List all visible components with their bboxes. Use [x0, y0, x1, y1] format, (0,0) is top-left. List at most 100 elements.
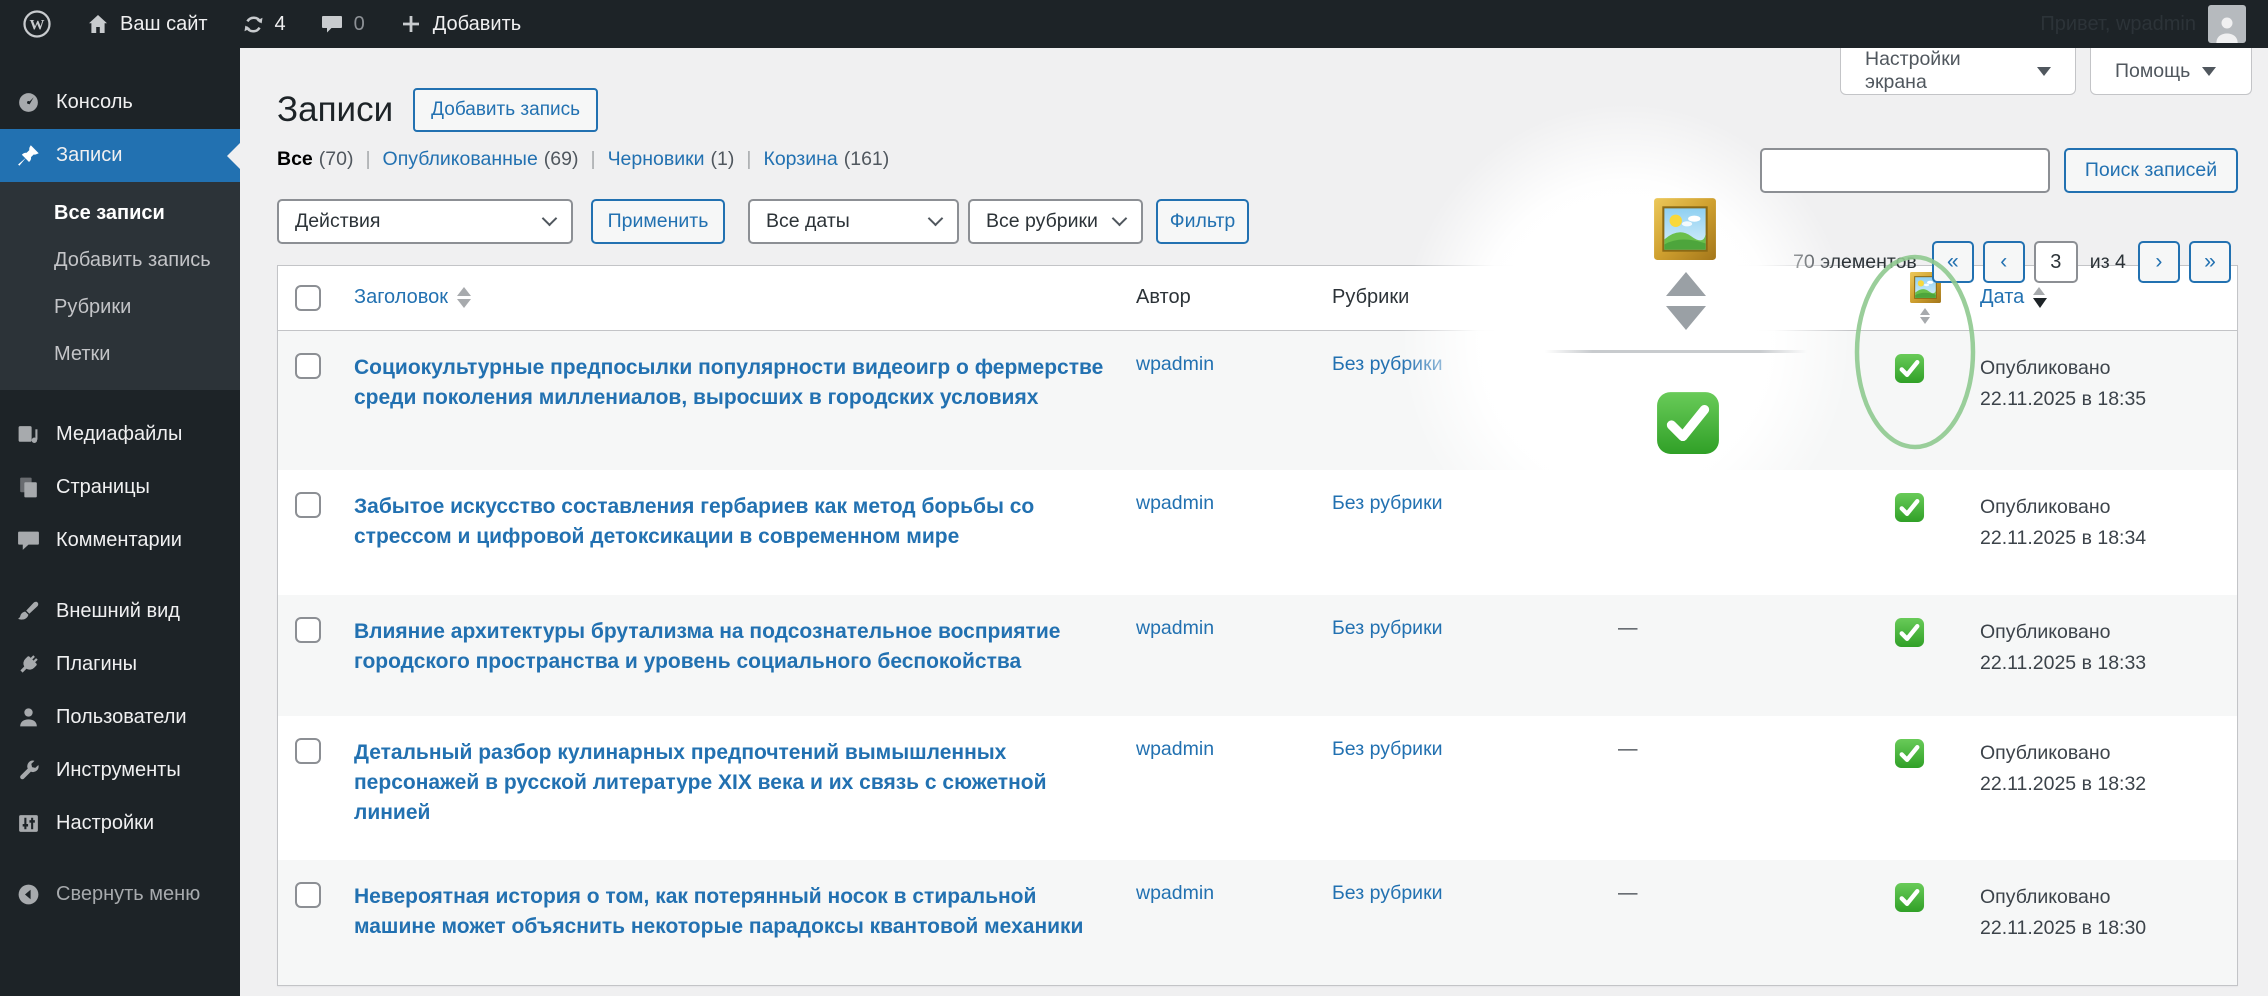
- admin-bar-comments[interactable]: 0: [320, 12, 365, 36]
- chevron-down-icon: [1111, 210, 1128, 227]
- avatar[interactable]: [2208, 5, 2246, 43]
- row-checkbox[interactable]: [295, 882, 321, 908]
- sidebar-item-label: Пользователи: [56, 706, 187, 728]
- sidebar-item-posts[interactable]: Записи: [0, 129, 240, 182]
- bulk-actions-select[interactable]: Действия: [277, 199, 573, 244]
- submenu-categories[interactable]: Рубрики: [0, 284, 240, 331]
- category-link[interactable]: Без рубрики: [1332, 617, 1443, 639]
- sidebar-item-comments[interactable]: Комментарии: [0, 514, 240, 567]
- submenu-add-post[interactable]: Добавить запись: [0, 237, 240, 284]
- post-row: Влияние архитектуры брутализма на подсоз…: [278, 595, 2237, 716]
- row-checkbox[interactable]: [295, 492, 321, 518]
- author-link[interactable]: wpadmin: [1136, 492, 1214, 514]
- admin-bar-new[interactable]: Добавить: [399, 12, 521, 36]
- posts-submenu: Все записи Добавить запись Рубрики Метки: [0, 182, 240, 390]
- category-filter-select[interactable]: Все рубрики: [968, 199, 1143, 244]
- settings-icon: [14, 811, 42, 836]
- prev-page-button[interactable]: ‹: [1982, 241, 2025, 283]
- post-status: Опубликовано: [1980, 356, 2111, 379]
- sidebar-item-settings[interactable]: Настройки: [0, 797, 240, 850]
- submenu-all-posts[interactable]: Все записи: [0, 190, 240, 237]
- author-link[interactable]: wpadmin: [1136, 353, 1214, 375]
- help-tab[interactable]: Помощь: [2090, 48, 2252, 95]
- post-row: Невероятная история о том, как потерянны…: [278, 860, 2237, 985]
- post-title-link[interactable]: Невероятная история о том, как потерянны…: [354, 882, 1112, 942]
- row-checkbox[interactable]: [295, 352, 321, 379]
- admin-bar-updates[interactable]: 4: [242, 13, 286, 36]
- search-input[interactable]: [1760, 148, 2050, 193]
- view-published[interactable]: Опубликованные: [383, 148, 538, 171]
- separator: |: [590, 148, 596, 170]
- comments-icon: [14, 528, 42, 553]
- sort-date-header[interactable]: Дата: [1980, 286, 2048, 309]
- post-row: Детальный разбор кулинарных предпочтений…: [278, 716, 2237, 860]
- select-all-checkbox[interactable]: [295, 284, 321, 311]
- sidebar-item-media[interactable]: Медиафайлы: [0, 408, 240, 461]
- row-checkbox[interactable]: [295, 738, 321, 764]
- author-link[interactable]: wpadmin: [1136, 738, 1214, 760]
- screen-options-tab[interactable]: Настройки экрана: [1840, 48, 2076, 95]
- appearance-icon: [14, 599, 42, 624]
- current-page-input[interactable]: [2033, 241, 2078, 283]
- greeting-label[interactable]: Привет, wpadmin: [2040, 13, 2196, 36]
- page-title: Записи: [277, 90, 394, 129]
- date-filter-value: Все даты: [766, 210, 850, 232]
- sort-title-header[interactable]: Заголовок: [354, 286, 472, 309]
- search-posts-button[interactable]: Поиск записей: [2064, 148, 2238, 193]
- pages-icon: [14, 475, 42, 500]
- first-page-button[interactable]: «: [1931, 241, 1974, 283]
- sidebar-item-label: Плагины: [56, 653, 138, 675]
- post-status: Опубликовано: [1980, 742, 2111, 764]
- sidebar-item-dashboard[interactable]: Консоль: [0, 76, 240, 129]
- view-all[interactable]: Все: [277, 148, 313, 171]
- separator: |: [746, 148, 752, 170]
- view-drafts[interactable]: Черновики: [608, 148, 705, 171]
- admin-bar-site-menu[interactable]: Ваш сайт: [86, 12, 208, 36]
- media-icon: [14, 422, 42, 447]
- post-title-link[interactable]: Социокультурные предпосылки популярности…: [354, 353, 1112, 413]
- sidebar-item-plugins[interactable]: Плагины: [0, 638, 240, 691]
- comment-bubble-icon: [320, 12, 344, 36]
- updates-icon: [242, 13, 265, 36]
- post-date: 22.11.2025 в 18:35: [1980, 387, 2147, 410]
- magnified-header-divider: [1545, 350, 1807, 353]
- bulk-actions-value: Действия: [295, 210, 381, 232]
- submenu-tags[interactable]: Метки: [0, 331, 240, 378]
- comments-count: 0: [353, 12, 365, 35]
- post-title-link[interactable]: Забытое искусство составления гербариев …: [354, 492, 1112, 552]
- check-mark-icon: [1894, 617, 1925, 648]
- last-page-button[interactable]: »: [2188, 241, 2231, 283]
- users-icon: [14, 705, 42, 730]
- category-link[interactable]: Без рубрики: [1332, 882, 1443, 904]
- category-link[interactable]: Без рубрики: [1332, 738, 1443, 760]
- sidebar-collapse-menu[interactable]: Свернуть меню: [0, 868, 240, 921]
- updates-count: 4: [274, 12, 286, 35]
- tools-icon: [14, 758, 42, 783]
- tablenav-top: Действия Применить Все даты Все рубрики …: [277, 199, 2236, 244]
- date-filter-select[interactable]: Все даты: [748, 199, 959, 244]
- admin-sidebar: Консоль Записи Все записи Добавить запис…: [0, 48, 240, 996]
- next-page-button[interactable]: ›: [2137, 241, 2180, 283]
- sidebar-item-label: Консоль: [56, 91, 133, 113]
- filter-button[interactable]: Фильтр: [1156, 199, 1249, 244]
- add-post-button[interactable]: Добавить запись: [413, 88, 598, 132]
- view-drafts-count: (1): [710, 148, 735, 170]
- sidebar-item-appearance[interactable]: Внешний вид: [0, 585, 240, 638]
- view-trash[interactable]: Корзина: [763, 148, 837, 171]
- apply-button[interactable]: Применить: [591, 199, 725, 244]
- dashboard-icon: [14, 90, 42, 115]
- title-column-label: Заголовок: [354, 286, 449, 309]
- author-link[interactable]: wpadmin: [1136, 617, 1214, 639]
- pagination: 70 элементов « ‹ из 4 › »: [1793, 241, 2231, 283]
- posts-table: Заголовок Автор Рубрики Дата Социокульту…: [278, 266, 2237, 985]
- post-title-link[interactable]: Детальный разбор кулинарных предпочтений…: [354, 738, 1112, 828]
- sidebar-item-tools[interactable]: Инструменты: [0, 744, 240, 797]
- sidebar-item-users[interactable]: Пользователи: [0, 691, 240, 744]
- row-checkbox[interactable]: [295, 617, 321, 643]
- author-column-header: Автор: [1124, 266, 1320, 331]
- separator: |: [365, 148, 371, 170]
- sidebar-item-pages[interactable]: Страницы: [0, 461, 240, 514]
- post-title-link[interactable]: Влияние архитектуры брутализма на подсоз…: [354, 617, 1112, 677]
- author-link[interactable]: wpadmin: [1136, 882, 1214, 904]
- wordpress-logo[interactable]: W: [22, 9, 52, 39]
